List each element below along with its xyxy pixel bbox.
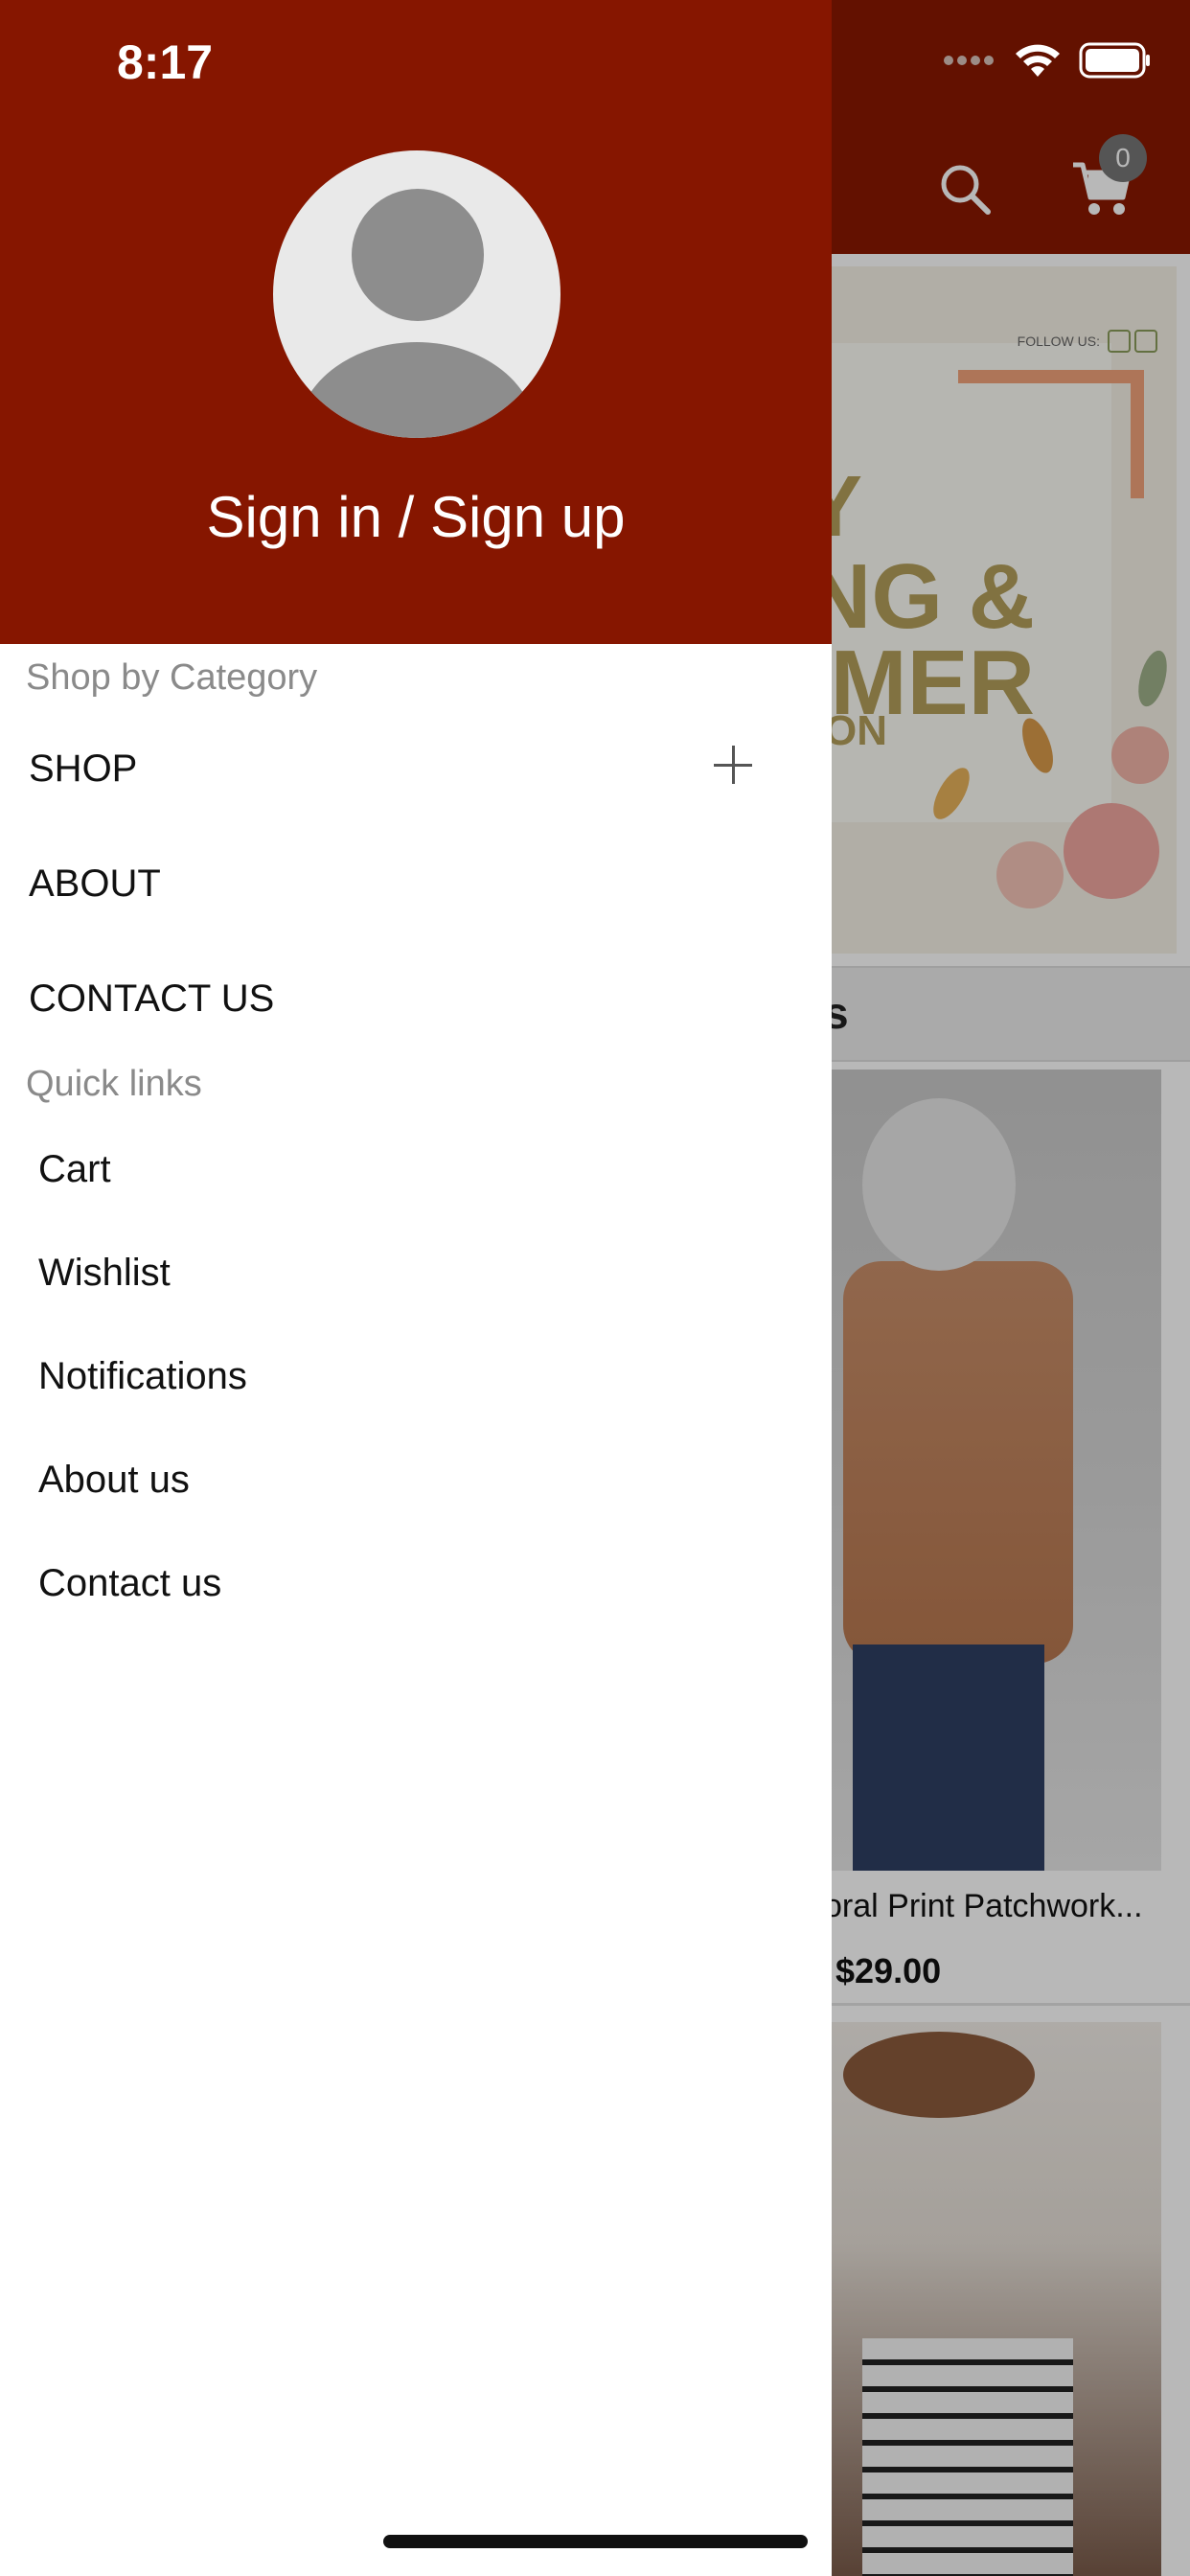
avatar-head-shape bbox=[352, 189, 484, 321]
status-icons bbox=[943, 42, 1152, 79]
menu-item-about[interactable]: ABOUT bbox=[29, 862, 161, 906]
wifi-icon bbox=[1016, 44, 1060, 77]
expand-plus-icon[interactable] bbox=[714, 746, 752, 784]
quick-link-about-us[interactable]: About us bbox=[38, 1459, 190, 1502]
quick-link-notifications[interactable]: Notifications bbox=[38, 1355, 247, 1398]
battery-icon bbox=[1079, 42, 1150, 79]
avatar[interactable] bbox=[273, 150, 561, 438]
category-heading: Shop by Category bbox=[26, 657, 318, 698]
menu-item-contact-us[interactable]: CONTACT US bbox=[29, 978, 274, 1021]
quick-links-heading: Quick links bbox=[26, 1064, 202, 1104]
home-indicator[interactable] bbox=[383, 2535, 808, 2548]
drawer-header: Sign in / Sign up bbox=[0, 0, 832, 644]
signal-dots-icon bbox=[944, 56, 994, 65]
avatar-body-shape bbox=[296, 342, 538, 438]
quick-link-wishlist[interactable]: Wishlist bbox=[38, 1252, 171, 1295]
quick-link-contact-us[interactable]: Contact us bbox=[38, 1562, 221, 1605]
menu-item-shop[interactable]: SHOP bbox=[29, 748, 137, 791]
navigation-drawer: Sign in / Sign up Shop by Category SHOP … bbox=[0, 0, 832, 2576]
quick-link-cart[interactable]: Cart bbox=[38, 1148, 111, 1191]
status-time: 8:17 bbox=[117, 35, 214, 89]
sign-in-button[interactable]: Sign in / Sign up bbox=[0, 484, 832, 550]
